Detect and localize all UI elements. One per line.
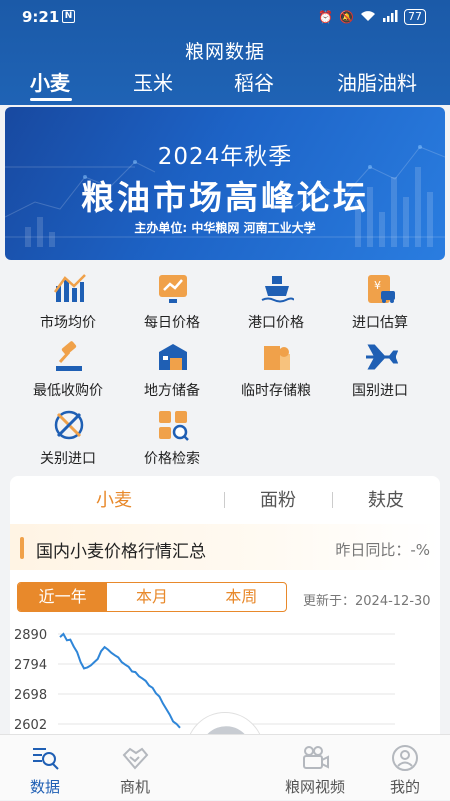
mute-icon: 🔕 xyxy=(339,10,354,24)
bar-chart-icon xyxy=(53,274,86,302)
status-time: 9:21 xyxy=(22,8,60,26)
nav-data[interactable]: 数据 xyxy=(0,735,90,801)
grid-item-customs-import[interactable]: 关别进口 xyxy=(18,402,118,470)
y-tick-label: 2602 xyxy=(14,718,47,733)
grid-label: 国别进口 xyxy=(352,383,408,399)
nav-label: 数据 xyxy=(29,778,60,796)
tab-wheat[interactable]: 小麦 xyxy=(30,68,70,102)
grid-item-daily-price[interactable]: 每日价格 xyxy=(122,266,222,334)
alarm-icon: ⏰ xyxy=(318,10,334,24)
subtab-bran[interactable]: 麸皮 xyxy=(368,486,404,512)
summary-bar: 国内小麦价格行情汇总 昨日同比：-% xyxy=(10,524,440,570)
wifi-icon xyxy=(360,10,376,25)
nfc-icon: N xyxy=(62,10,75,23)
subtab-divider xyxy=(224,492,225,508)
grid-label: 地方储备 xyxy=(144,383,200,399)
svg-text:¥: ¥ xyxy=(374,279,381,292)
nav-label: 商机 xyxy=(119,778,150,796)
nav-label: 粮网视频 xyxy=(284,778,345,796)
grid-item-temporary-storage[interactable]: 临时存储粮 xyxy=(226,334,326,402)
commodity-tabs: 小麦 玉米 稻谷 油脂油料 xyxy=(0,68,450,102)
grid-item-port-price[interactable]: 港口价格 xyxy=(226,266,326,334)
tab-rice[interactable]: 稻谷 xyxy=(234,68,274,102)
y-tick-label: 2794 xyxy=(14,658,47,673)
status-bar: 9:21 N ⏰ 🔕 77 xyxy=(0,0,450,34)
data-search-icon xyxy=(33,748,59,770)
customs-icon xyxy=(54,410,84,440)
grid-label: 关别进口 xyxy=(40,451,96,467)
price-monitor-icon xyxy=(159,275,187,303)
nav-profile[interactable]: 我的 xyxy=(360,735,450,801)
grid-label: 最低收购价 xyxy=(33,383,103,399)
summary-change: 昨日同比：-% xyxy=(335,541,430,559)
storage-box-icon xyxy=(264,346,290,370)
grid-item-country-import[interactable]: 国别进口 xyxy=(330,334,430,402)
forum-banner[interactable]: 2024年秋季 粮油市场高峰论坛 主办单位: 中华粮网 河南工业大学 xyxy=(5,107,445,260)
grid-label: 进口估算 xyxy=(352,315,408,331)
app-title: 粮网数据 xyxy=(184,41,265,63)
nav-business[interactable]: 商机 xyxy=(90,735,180,801)
bottom-nav: 数据 商机 粮网视频 我的 xyxy=(0,734,450,800)
subtab-flour[interactable]: 面粉 xyxy=(260,486,296,512)
tab-corn[interactable]: 玉米 xyxy=(133,68,173,102)
subtab-divider xyxy=(332,492,333,508)
grid-label: 市场均价 xyxy=(40,315,96,331)
grid-label: 港口价格 xyxy=(248,315,304,331)
feature-grid: 市场均价 每日价格 港口价格 ¥ 进口估算 最低收购价 地方储备 临时存储粮 国… xyxy=(18,262,428,467)
active-tab-indicator xyxy=(30,98,72,101)
grid-label: 临时存储粮 xyxy=(241,383,311,399)
y-tick-label: 2698 xyxy=(14,688,47,703)
gavel-icon xyxy=(56,341,82,371)
summary-title: 国内小麦价格行情汇总 xyxy=(36,542,206,562)
import-calculator-icon: ¥ xyxy=(368,275,395,303)
tab-oilseeds[interactable]: 油脂油料 xyxy=(337,68,417,102)
grid-label: 价格检索 xyxy=(144,451,200,467)
updated-label: 更新于：2024-12-30 xyxy=(303,594,431,609)
grid-label: 每日价格 xyxy=(144,315,200,331)
grid-item-minimum-purchase-price[interactable]: 最低收购价 xyxy=(18,334,118,402)
status-icons: ⏰ 🔕 77 xyxy=(318,8,426,26)
grid-item-import-estimate[interactable]: ¥ 进口估算 xyxy=(330,266,430,334)
nav-label: 我的 xyxy=(389,778,420,796)
grid-item-price-search[interactable]: 价格检索 xyxy=(122,402,222,470)
search-price-icon xyxy=(159,411,189,441)
app-header: 9:21 N ⏰ 🔕 77 粮网数据 小麦 玉米 稻谷 油脂油料 xyxy=(0,0,450,105)
signal-icon xyxy=(382,9,398,25)
period-year-button[interactable]: 近一年 xyxy=(18,583,108,611)
subtab-wheat[interactable]: 小麦 xyxy=(96,486,132,512)
grid-item-market-average[interactable]: 市场均价 xyxy=(18,266,118,334)
period-selector: 近一年 本月 本周 xyxy=(17,582,287,612)
banner-title: 粮油市场高峰论坛 xyxy=(81,178,369,217)
video-camera-icon xyxy=(303,746,329,769)
grid-item-local-reserve[interactable]: 地方储备 xyxy=(122,334,222,402)
summary-accent xyxy=(20,537,24,559)
warehouse-icon xyxy=(159,344,187,370)
user-icon xyxy=(392,745,418,771)
battery-icon: 77 xyxy=(404,9,426,25)
ship-icon xyxy=(261,276,294,303)
price-series-line xyxy=(59,632,181,729)
y-tick-label: 2890 xyxy=(14,628,47,643)
airplane-icon xyxy=(366,344,398,370)
banner-year: 2024年秋季 xyxy=(157,144,293,170)
period-week-button[interactable]: 本周 xyxy=(197,583,286,611)
price-card: 小麦 面粉 麸皮 国内小麦价格行情汇总 昨日同比：-% 近一年 本月 本周 更新… xyxy=(10,476,440,746)
period-month-button[interactable]: 本月 xyxy=(107,583,196,611)
banner-host: 主办单位: 中华粮网 河南工业大学 xyxy=(134,221,316,235)
handshake-icon xyxy=(122,747,149,770)
nav-video[interactable]: 粮网视频 xyxy=(270,735,360,801)
